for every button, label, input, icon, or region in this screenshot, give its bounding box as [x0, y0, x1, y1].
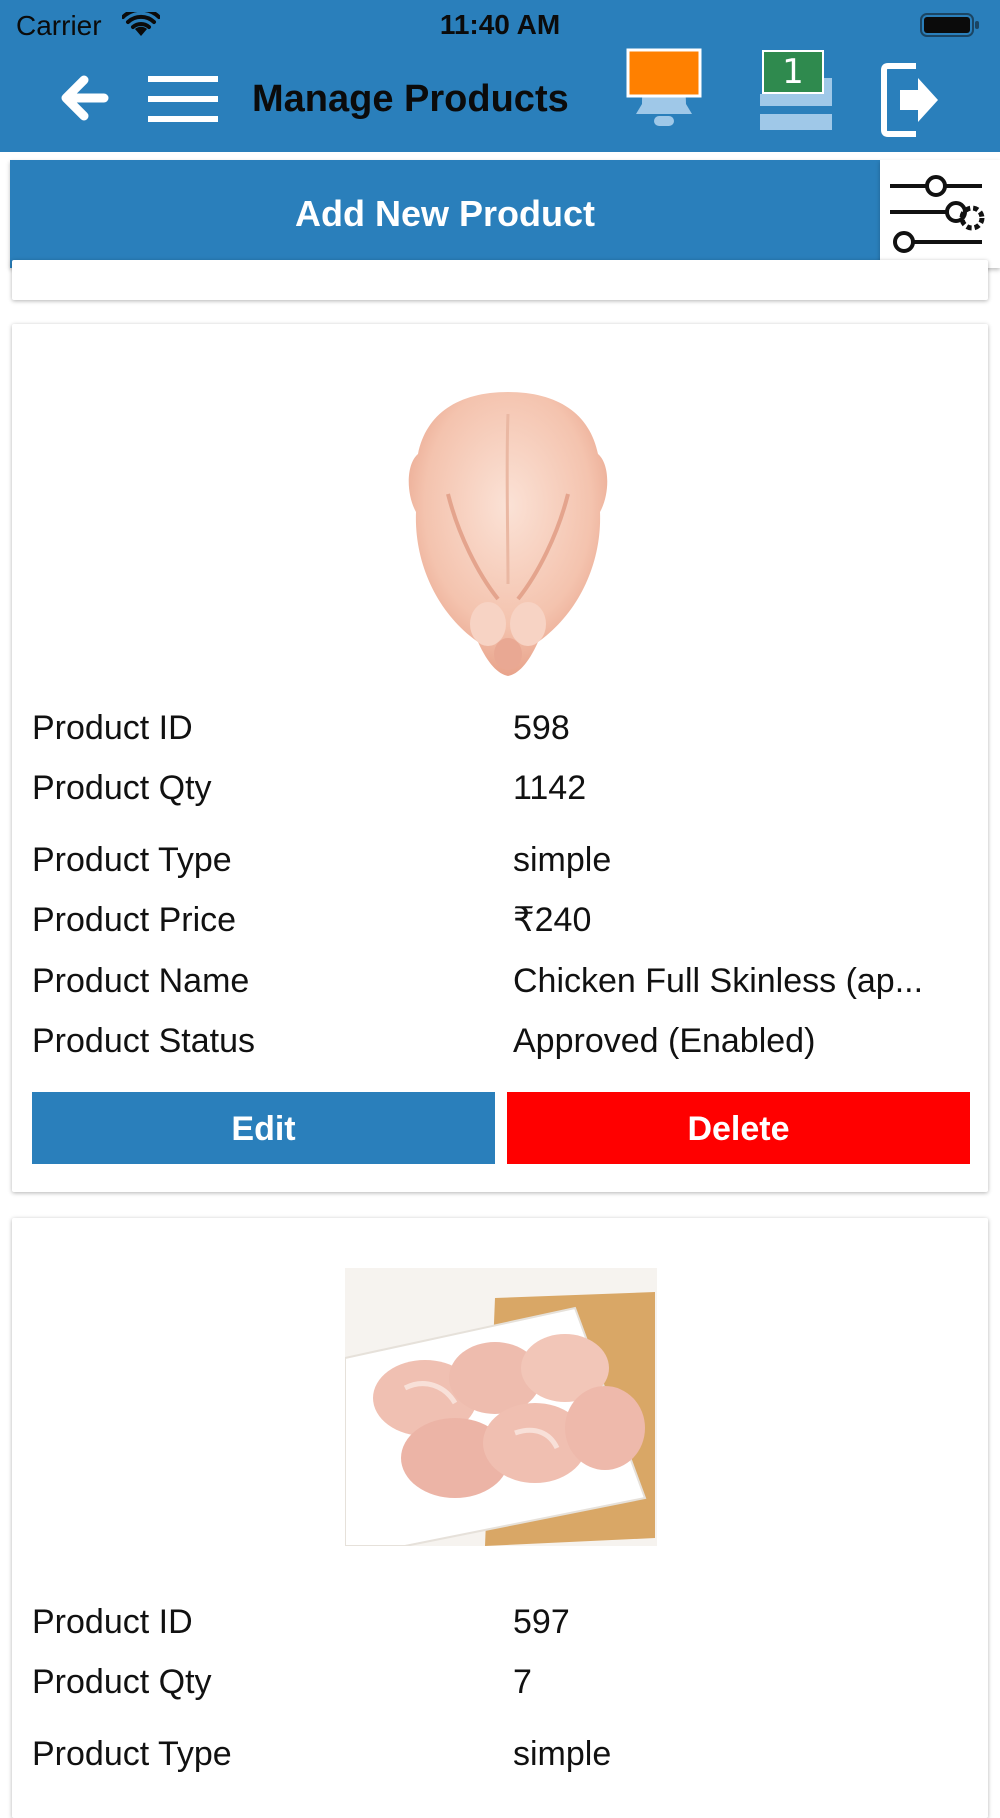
product-type-row: Product Type simple — [32, 836, 972, 884]
product-status-label: Product Status — [32, 1022, 256, 1060]
product-type-row: Product Type simple — [32, 1730, 972, 1778]
filter-button[interactable] — [880, 160, 1000, 268]
product-qty-row: Product Qty 1142 — [32, 764, 972, 812]
battery-icon — [920, 13, 979, 37]
status-time: 11:40 AM — [439, 9, 561, 40]
product-type-value: simple — [513, 1735, 612, 1773]
product-qty-value: 7 — [513, 1663, 532, 1701]
edit-button[interactable]: Edit — [32, 1092, 495, 1164]
product-type-value: simple — [513, 841, 612, 879]
product-id-value: 598 — [513, 709, 570, 747]
product-card-previous — [12, 260, 988, 300]
product-id-row: Product ID 598 — [32, 704, 972, 752]
product-price-row: Product Price ₹240 — [32, 896, 972, 944]
product-name-value: Chicken Full Skinless (ap... — [513, 962, 924, 1000]
hamburger-menu-icon[interactable] — [148, 74, 218, 124]
filter-sliders-icon — [890, 175, 985, 253]
cart-count-badge: 1 — [762, 50, 824, 94]
product-card: Product ID 598 Product Qty 1142 Product … — [12, 324, 988, 1192]
product-qty-label: Product Qty — [32, 769, 212, 807]
product-price-label: Product Price — [32, 901, 237, 939]
product-id-row: Product ID 597 — [32, 1598, 972, 1646]
product-status-value: Approved (Enabled) — [513, 1022, 816, 1060]
status-bar: Carrier 11:40 AM — [0, 0, 1000, 48]
page-title: Manage Products — [252, 78, 569, 120]
bell-icon — [626, 48, 702, 126]
product-id-label: Product ID — [32, 709, 193, 747]
product-qty-row: Product Qty 7 — [32, 1658, 972, 1706]
product-id-value: 597 — [513, 1603, 570, 1641]
product-id-label: Product ID — [32, 1603, 193, 1641]
product-type-label: Product Type — [32, 841, 232, 879]
cart-button[interactable]: 1 — [756, 48, 836, 140]
arrow-left-icon[interactable] — [56, 70, 112, 126]
product-name-row: Product Name Chicken Full Skinless (ap..… — [32, 957, 972, 1005]
delete-button[interactable]: Delete — [507, 1092, 970, 1164]
product-card: Product ID 597 Product Qty 7 Product Typ… — [12, 1218, 988, 1818]
product-name-label: Product Name — [32, 962, 250, 1000]
product-qty-label: Product Qty — [32, 1663, 212, 1701]
product-image-chicken-pieces — [345, 1268, 657, 1546]
product-status-row: Product Status Approved (Enabled) — [32, 1017, 972, 1065]
logout-icon[interactable] — [880, 60, 944, 140]
product-price-value: ₹240 — [513, 901, 592, 939]
product-type-label: Product Type — [32, 1735, 232, 1773]
notifications-button[interactable] — [626, 48, 702, 140]
top-app-bar: Carrier 11:40 AM Manage Products 1 — [0, 0, 1000, 152]
product-qty-value: 1142 — [513, 769, 587, 807]
product-image-whole-chicken — [408, 392, 608, 676]
add-new-product-button[interactable]: Add New Product — [10, 160, 880, 268]
header: Manage Products 1 — [0, 48, 1000, 152]
